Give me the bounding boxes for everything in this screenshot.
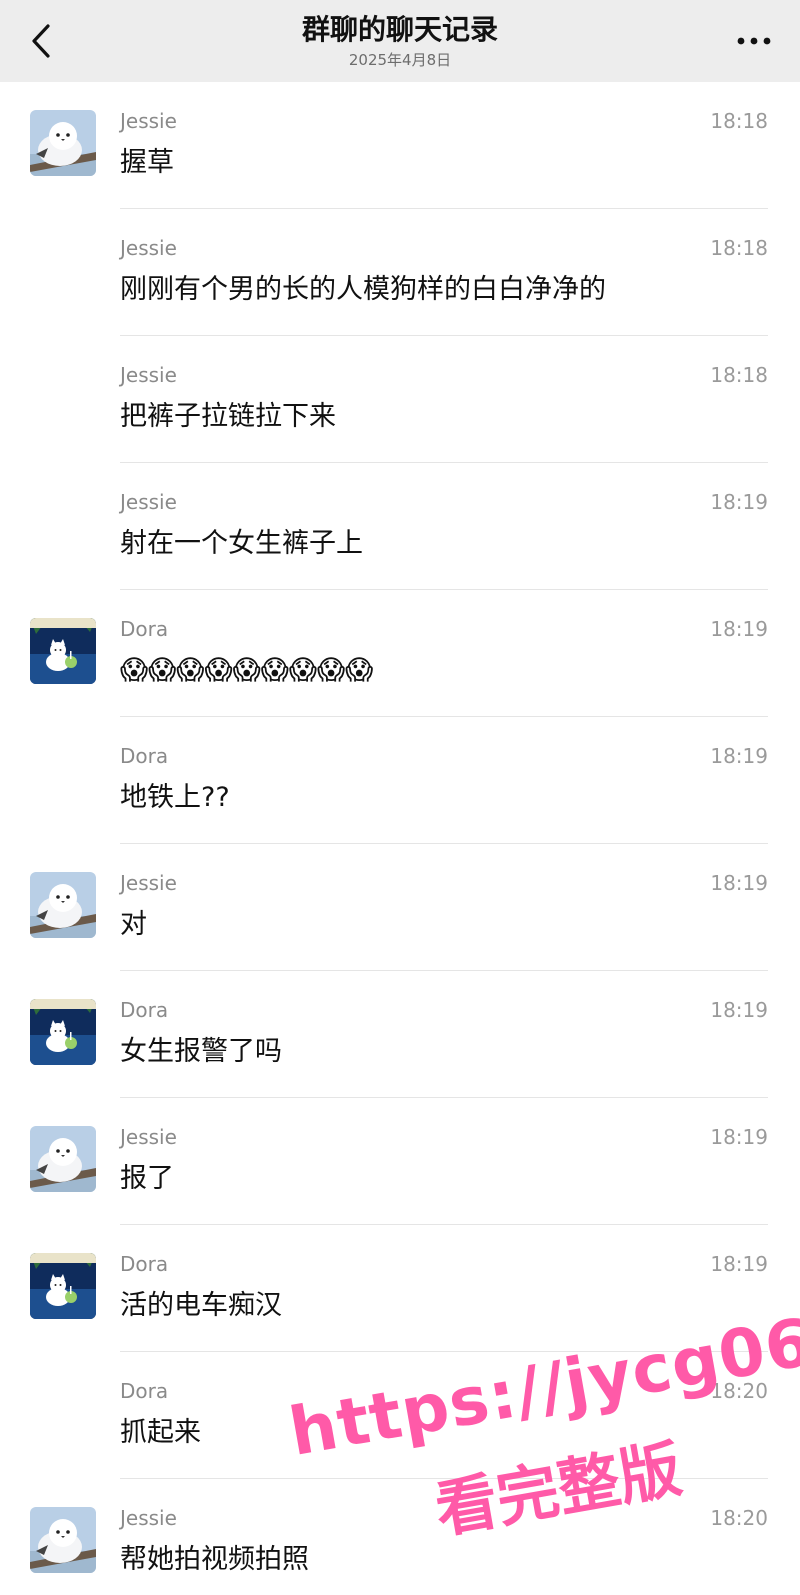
- message-text: 对: [120, 909, 147, 940]
- message-time: 18:19: [710, 617, 768, 641]
- message-row[interactable]: Jessie 18:18 握草: [0, 82, 800, 209]
- message-time: 18:18: [710, 236, 768, 260]
- message-time: 18:20: [710, 1379, 768, 1403]
- avatar-dora[interactable]: [30, 1253, 96, 1319]
- message-text: 😱😱😱😱😱😱😱😱😱: [120, 655, 374, 686]
- sender-name: Dora: [120, 1379, 169, 1403]
- avatar-jessie[interactable]: [30, 872, 96, 938]
- message-row[interactable]: Jessie 18:18 刚刚有个男的长的人模狗样的白白净净的: [0, 209, 800, 336]
- sender-name: Jessie: [120, 871, 177, 895]
- nav-bar: 群聊的聊天记录 2025年4月8日: [0, 0, 800, 82]
- message-text: 把裤子拉链拉下来: [120, 401, 336, 432]
- message-row[interactable]: Jessie 18:19 射在一个女生裤子上: [0, 463, 800, 590]
- sender-name: Dora: [120, 1252, 169, 1276]
- sender-name: Jessie: [120, 1125, 177, 1149]
- message-time: 18:18: [710, 363, 768, 387]
- message-time: 18:19: [710, 998, 768, 1022]
- sender-name: Jessie: [120, 363, 177, 387]
- message-row[interactable]: Jessie 18:18 把裤子拉链拉下来: [0, 336, 800, 463]
- sender-name: Dora: [120, 617, 169, 641]
- message-text: 地铁上??: [120, 782, 230, 813]
- message-text: 握草: [120, 147, 174, 178]
- avatar-dora[interactable]: [30, 999, 96, 1065]
- message-row[interactable]: Dora 18:19 地铁上??: [0, 717, 800, 844]
- sender-name: Dora: [120, 998, 169, 1022]
- page-title: 群聊的聊天记录: [301, 13, 498, 46]
- message-row[interactable]: Dora 18:20 抓起来: [0, 1352, 800, 1479]
- message-row[interactable]: Dora 18:19 女生报警了吗: [0, 971, 800, 1098]
- message-text: 射在一个女生裤子上: [120, 528, 363, 559]
- message-time: 18:18: [710, 109, 768, 133]
- message-row[interactable]: Jessie 18:20 帮她拍视频拍照: [0, 1479, 800, 1595]
- message-text: 刚刚有个男的长的人模狗样的白白净净的: [120, 274, 606, 305]
- message-row[interactable]: Jessie 18:19 对: [0, 844, 800, 971]
- message-text: 活的电车痴汉: [120, 1290, 282, 1321]
- page-subtitle-date: 2025年4月8日: [348, 51, 452, 69]
- avatar-jessie[interactable]: [30, 110, 96, 176]
- sender-name: Jessie: [120, 109, 177, 133]
- avatar-dora[interactable]: [30, 618, 96, 684]
- message-text: 抓起来: [120, 1417, 201, 1448]
- avatar-jessie[interactable]: [30, 1507, 96, 1573]
- sender-name: Jessie: [120, 236, 177, 260]
- message-row[interactable]: Dora 18:19 活的电车痴汉: [0, 1225, 800, 1352]
- more-button[interactable]: [734, 26, 774, 56]
- nav-title-area: 群聊的聊天记录 2025年4月8日: [0, 10, 800, 70]
- message-row[interactable]: Jessie 18:19 报了: [0, 1098, 800, 1225]
- message-row[interactable]: Dora 18:19 😱😱😱😱😱😱😱😱😱: [0, 590, 800, 717]
- message-time: 18:20: [710, 1506, 768, 1530]
- message-time: 18:19: [710, 490, 768, 514]
- more-dots-icon: [737, 37, 771, 45]
- message-time: 18:19: [710, 744, 768, 768]
- message-time: 18:19: [710, 1252, 768, 1276]
- sender-name: Jessie: [120, 490, 177, 514]
- avatar-jessie[interactable]: [30, 1126, 96, 1192]
- message-time: 18:19: [710, 871, 768, 895]
- message-text: 报了: [120, 1163, 174, 1194]
- message-text: 女生报警了吗: [120, 1036, 282, 1067]
- message-list[interactable]: Jessie 18:18 握草 Jessie 18:18 刚刚有个男的长的人模狗样的白白净…: [0, 82, 800, 1595]
- message-text: 帮她拍视频拍照: [120, 1544, 309, 1575]
- message-time: 18:19: [710, 1125, 768, 1149]
- sender-name: Jessie: [120, 1506, 177, 1530]
- sender-name: Dora: [120, 744, 169, 768]
